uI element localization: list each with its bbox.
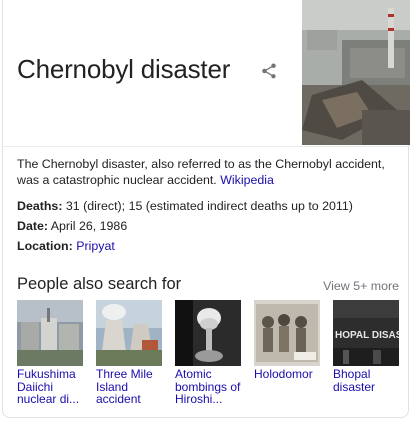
people-also-search-list: Fukushima Daiichi nuclear di... Three Mi…	[17, 300, 407, 410]
fact-label: Date:	[17, 219, 48, 233]
share-icon[interactable]	[260, 62, 278, 80]
entity-title: Chernobyl disaster	[17, 54, 231, 84]
chernobyl-plant-photo	[302, 0, 410, 145]
tile-label: Bhopal disaster	[333, 368, 376, 393]
people-also-search-title: People also search for	[17, 275, 182, 293]
fact-label: Deaths:	[17, 199, 63, 213]
tile-three-mile-island[interactable]: Three Mile Island accident	[96, 300, 162, 406]
mushroom-cloud-thumbnail	[175, 300, 241, 366]
tile-label: Atomic bombings of Hiroshi...	[175, 368, 241, 406]
wikipedia-link[interactable]: Wikipedia	[220, 173, 274, 187]
holodomor-thumbnail	[254, 300, 320, 366]
tile-holodomor[interactable]: Holodomor	[254, 300, 320, 381]
entity-description: The Chernobyl disaster, also referred to…	[17, 156, 402, 188]
tile-label: Fukushima Daiichi nuclear di...	[17, 368, 80, 406]
hero-image[interactable]	[302, 0, 410, 145]
tile-label: Three Mile Island accident	[96, 368, 153, 406]
pripyat-link[interactable]: Pripyat	[76, 239, 115, 253]
knowledge-panel: Chernobyl disaster The Chernobyl disaste	[2, 0, 410, 418]
fact-date: Date: April 26, 1986	[17, 218, 127, 234]
tile-atomic-bombings[interactable]: Atomic bombings of Hiroshi...	[175, 300, 241, 406]
bhopal-thumbnail: HOPAL DISAST	[333, 300, 399, 366]
fukushima-thumbnail	[17, 300, 83, 366]
fact-label: Location:	[17, 239, 73, 253]
tile-label: Holodomor	[254, 368, 313, 381]
three-mile-island-thumbnail	[96, 300, 162, 366]
panel-header: Chernobyl disaster	[3, 0, 410, 147]
fact-value: 31 (direct); 15 (estimated indirect deat…	[65, 199, 353, 213]
bhopal-thumb-text: HOPAL DISAST	[335, 330, 399, 341]
description-text: The Chernobyl disaster, also referred to…	[17, 157, 385, 187]
fact-location: Location: Pripyat	[17, 238, 115, 254]
fact-value: April 26, 1986	[50, 219, 128, 233]
tile-bhopal[interactable]: HOPAL DISAST Bhopal disaster	[333, 300, 399, 393]
fact-deaths: Deaths: 31 (direct); 15 (estimated indir…	[17, 198, 353, 214]
view-more-link[interactable]: View 5+ more	[323, 279, 399, 293]
tile-fukushima[interactable]: Fukushima Daiichi nuclear di...	[17, 300, 83, 406]
